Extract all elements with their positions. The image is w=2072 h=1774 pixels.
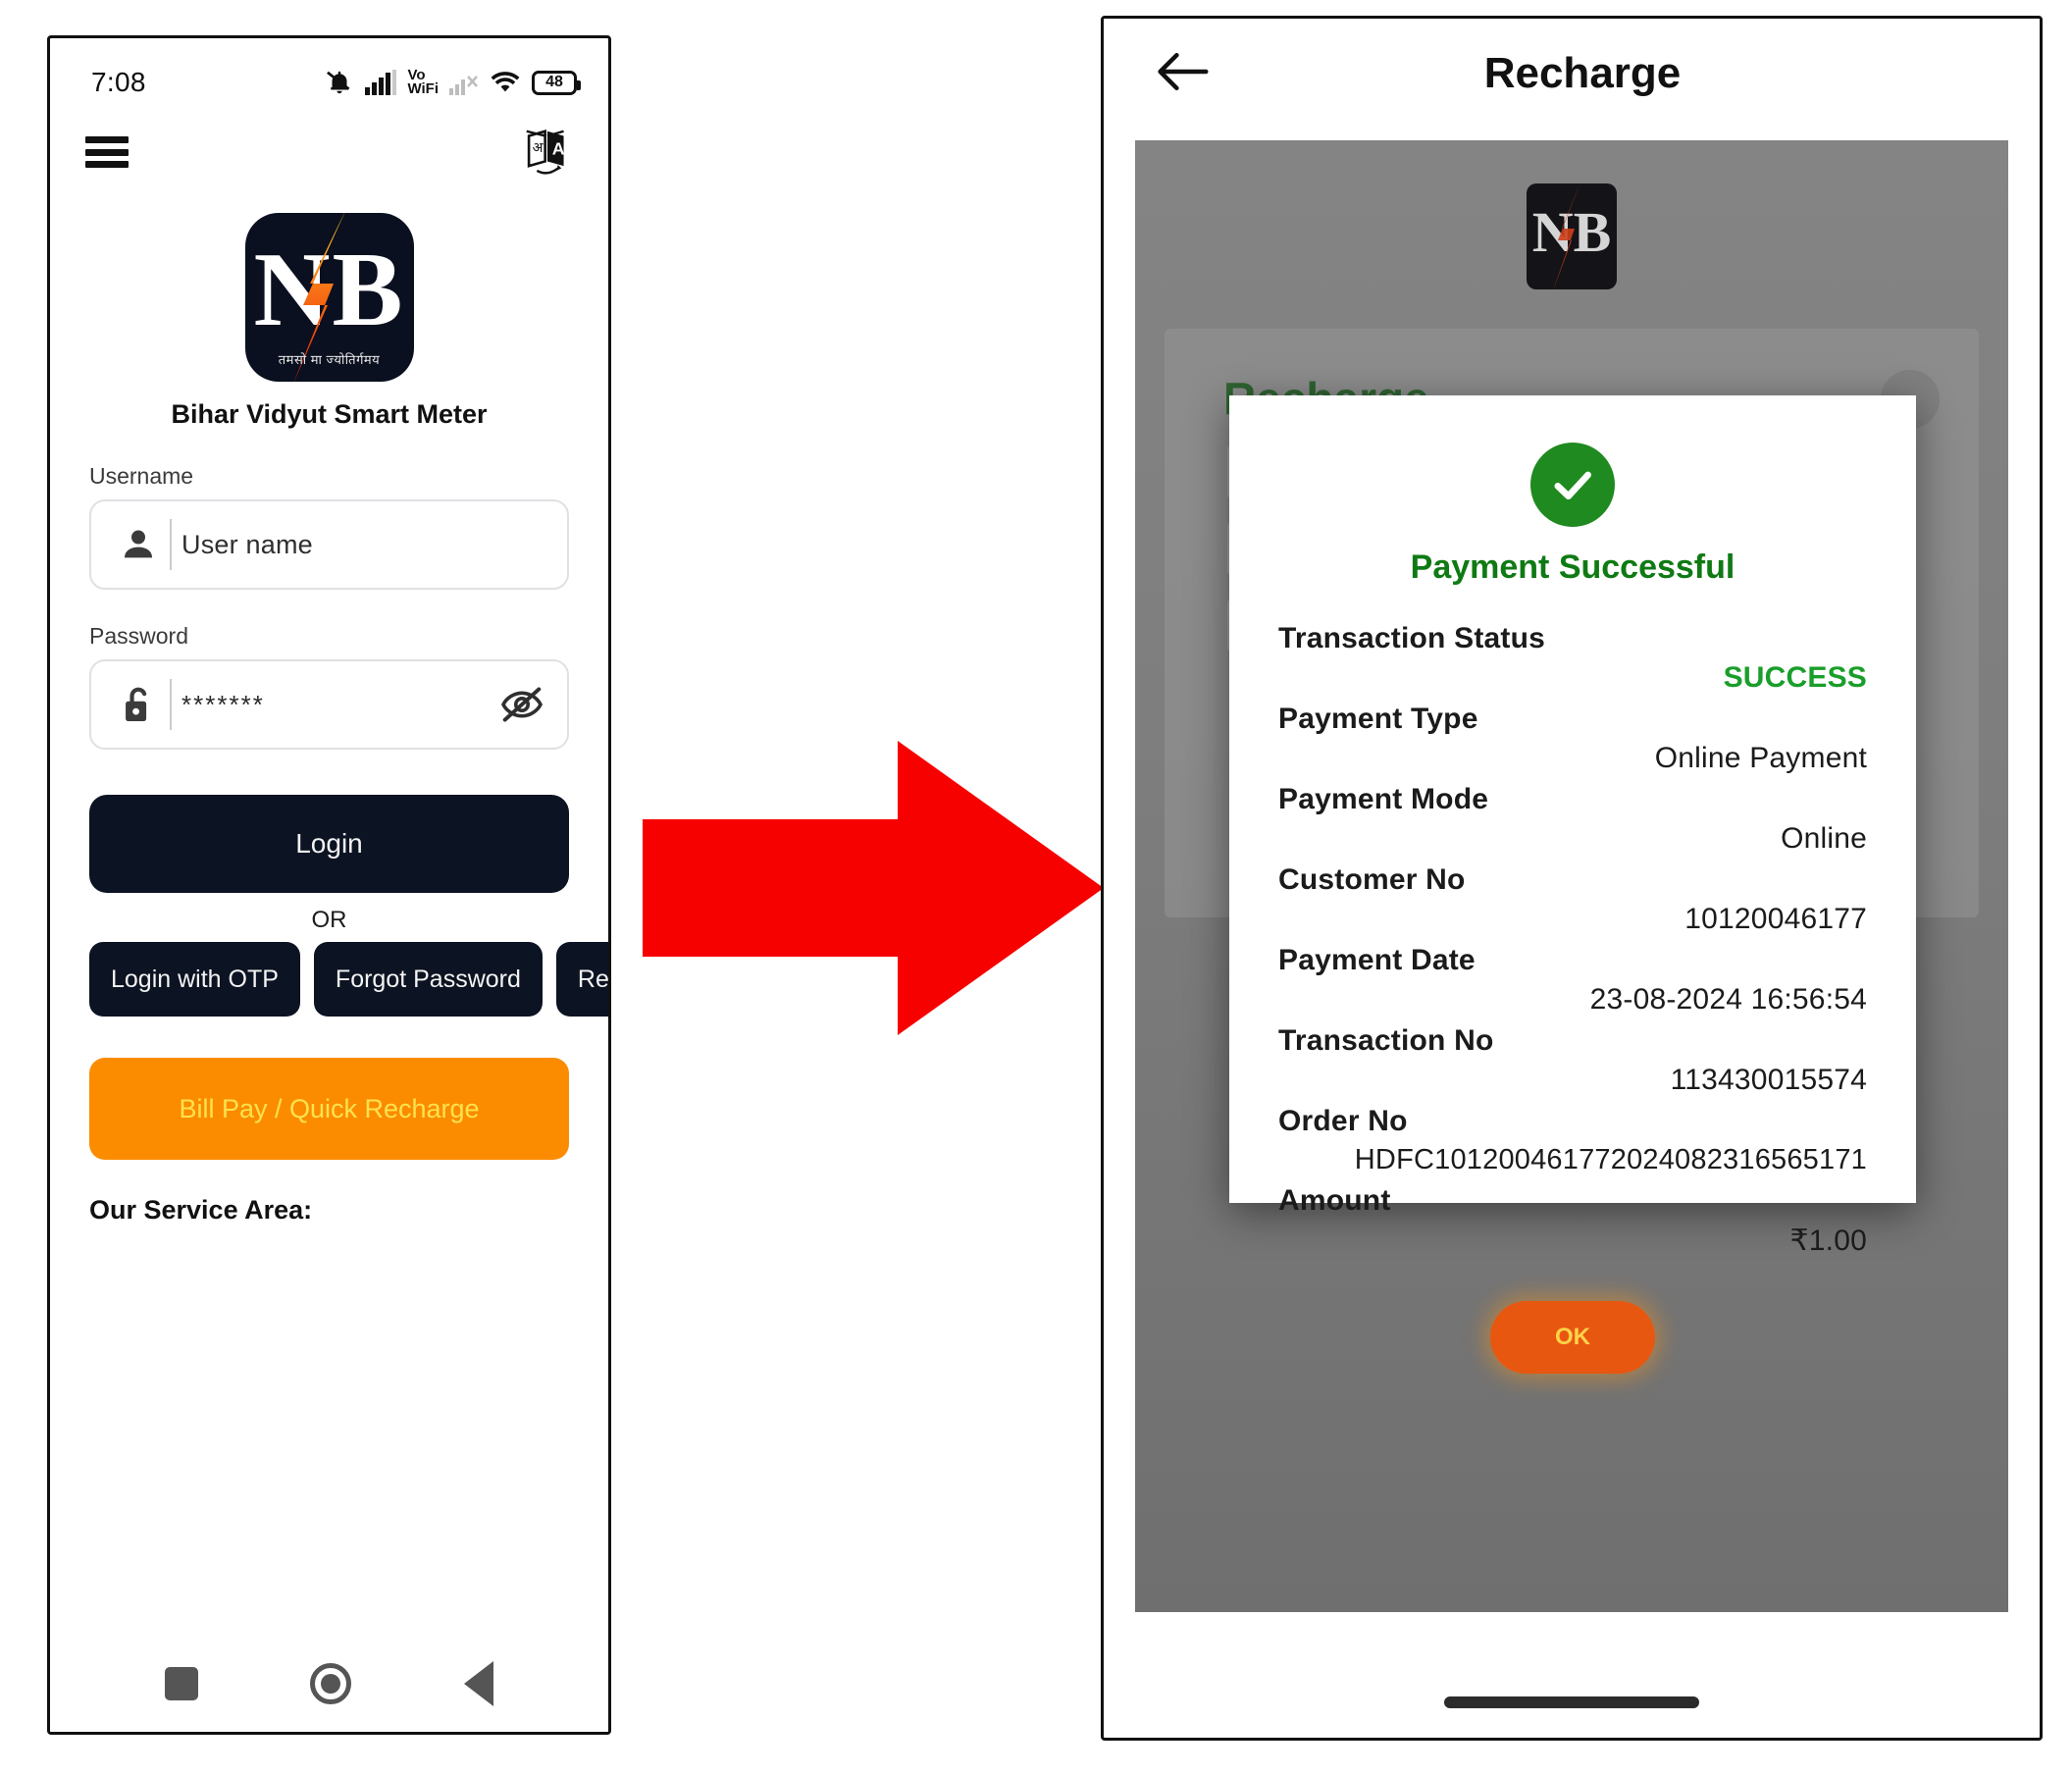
battery-level-label: 48 [545, 74, 563, 90]
recharge-result-phone: Recharge NB Recharge Paym [1101, 16, 2043, 1741]
status-bar: 7:08 Vo WiFi 48 [50, 38, 608, 107]
eye-off-icon[interactable] [494, 686, 549, 723]
or-separator-label: OR [311, 907, 347, 933]
hamburger-menu-icon[interactable] [85, 136, 129, 168]
detail-row: Transaction No 113430015574 [1278, 1024, 1867, 1097]
username-input[interactable]: User name [181, 530, 549, 560]
payment-success-dialog: Payment Successful Transaction Status SU… [1229, 395, 1916, 1374]
field-divider [170, 679, 172, 730]
login-screen-phone: 7:08 Vo WiFi 48 A अ तमसो मा ज्योतिर्गमय … [47, 35, 611, 1735]
login-button[interactable]: Login [89, 795, 569, 893]
username-label: Username [89, 463, 194, 489]
comparison-screenshot: 7:08 Vo WiFi 48 A अ तमसो मा ज्योतिर्गमय … [0, 0, 2072, 1774]
android-nav-bar [50, 1636, 608, 1732]
vowifi-icon: Vo WiFi [407, 68, 439, 97]
unlock-padlock-icon [109, 684, 168, 725]
bill-pay-quick-recharge-button[interactable]: Bill Pay / Quick Recharge [89, 1058, 569, 1160]
detail-label: Payment Date [1278, 944, 1476, 976]
detail-value: HDFC101200461772024082316565171 [1354, 1144, 1867, 1175]
detail-value: 113430015574 [1670, 1064, 1867, 1096]
detail-label: Order No [1278, 1105, 1408, 1137]
person-icon [109, 525, 168, 564]
secondary-actions-row: Login with OTP Forgot Password Register [89, 942, 608, 1017]
field-divider [170, 519, 172, 570]
detail-label: Amount [1278, 1184, 1391, 1217]
login-form: Username User name Password ******* Logi… [50, 463, 608, 1226]
transaction-details-list: Transaction Status SUCCESS Payment Type … [1229, 622, 1916, 1258]
triangle-back-icon[interactable] [463, 1661, 493, 1706]
service-area-heading: Our Service Area: [89, 1195, 313, 1225]
password-label: Password [89, 623, 188, 649]
recharge-app-bar: Recharge [1104, 19, 2040, 129]
svg-text:A: A [552, 138, 565, 158]
square-recents-icon[interactable] [165, 1667, 199, 1700]
background-lightning-bolt-icon [1553, 183, 1580, 289]
app-bar: A अ [50, 107, 608, 197]
battery-icon: 48 [532, 70, 581, 95]
dialog-title: Payment Successful [1410, 548, 1735, 586]
vowifi-bottom-label: WiFi [407, 80, 439, 97]
detail-label: Payment Mode [1278, 783, 1489, 815]
detail-label: Payment Type [1278, 703, 1478, 735]
home-indicator-bar [1444, 1696, 1699, 1708]
detail-row: Amount ₹1.00 [1278, 1184, 1867, 1258]
password-field[interactable]: ******* [89, 659, 569, 750]
status-bar-time: 7:08 [91, 67, 146, 97]
detail-row: Payment Type Online Payment [1278, 703, 1867, 775]
detail-row: Transaction Status SUCCESS [1278, 622, 1867, 695]
detail-value: ₹1.00 [1789, 1225, 1867, 1257]
app-title: Bihar Vidyut Smart Meter [171, 399, 488, 429]
signal-bars-icon [365, 70, 397, 95]
detail-label: Customer No [1278, 863, 1466, 896]
login-with-otp-button[interactable]: Login with OTP [89, 942, 300, 1017]
register-button[interactable]: Register [555, 942, 608, 1017]
detail-label: Transaction No [1278, 1024, 1494, 1057]
detail-value: 10120046177 [1684, 903, 1867, 935]
wifi-icon [491, 72, 520, 92]
detail-value: SUCCESS [1723, 661, 1867, 694]
ok-button[interactable]: OK [1490, 1301, 1655, 1374]
page-title: Recharge [1483, 49, 1682, 97]
dimmed-background: NB Recharge Payment Successful [1135, 140, 2008, 1612]
detail-row: Customer No 10120046177 [1278, 863, 1867, 936]
username-field[interactable]: User name [89, 499, 569, 590]
brand-block: NB तमसो मा ज्योतिर्गमय Bihar Vidyut Smar… [50, 213, 608, 430]
svg-text:अ: अ [533, 140, 544, 156]
detail-value: Online Payment [1654, 742, 1867, 774]
detail-row: Payment Mode Online [1278, 783, 1867, 856]
password-input[interactable]: ******* [181, 690, 494, 720]
success-check-icon [1530, 443, 1615, 527]
circle-home-icon[interactable] [310, 1663, 352, 1704]
detail-row: Payment Date 23-08-2024 16:56:54 [1278, 944, 1867, 1017]
detail-value: Online [1781, 822, 1867, 855]
signal-no-service-icon [449, 76, 478, 95]
right-arrow-icon [643, 741, 1104, 1035]
status-bar-icons: Vo WiFi 48 [325, 68, 581, 97]
detail-label: Transaction Status [1278, 622, 1546, 654]
translate-language-icon[interactable]: A अ [522, 127, 573, 178]
background-app-logo: NB [1527, 183, 1617, 289]
detail-row: Order No HDFC101200461772024082316565171 [1278, 1105, 1867, 1176]
logo-tagline: तमसो मा ज्योतिर्गमय [278, 352, 381, 367]
bell-muted-icon [327, 71, 350, 94]
forgot-password-button[interactable]: Forgot Password [313, 942, 543, 1017]
app-logo: NB तमसो मा ज्योतिर्गमय [244, 213, 414, 382]
detail-value: 23-08-2024 16:56:54 [1589, 983, 1867, 1016]
